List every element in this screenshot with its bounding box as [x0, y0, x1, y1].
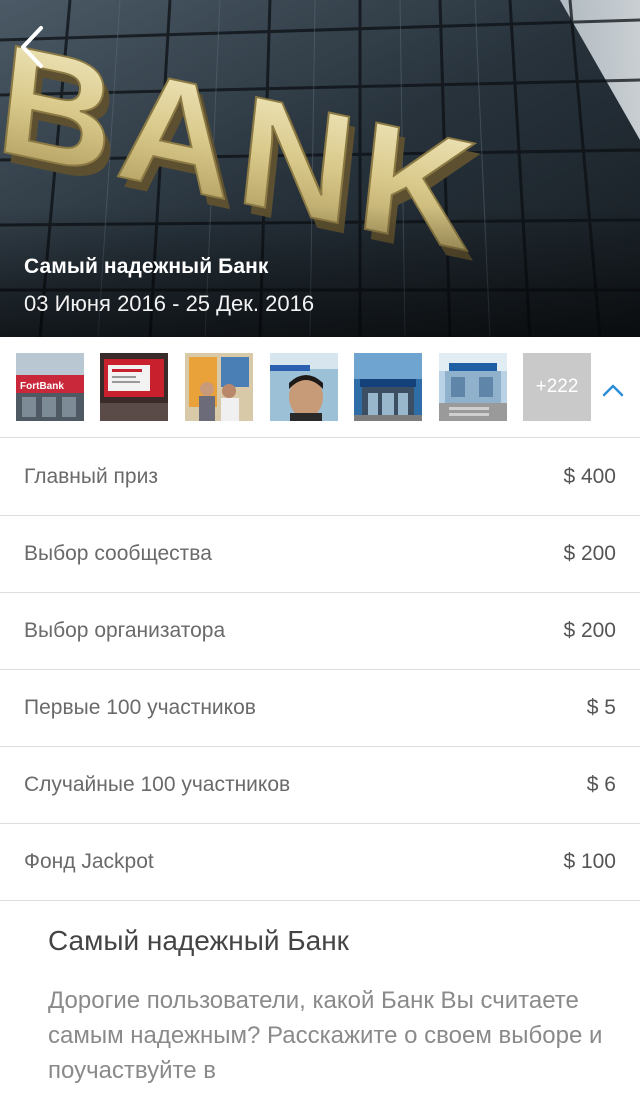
gallery-thumbnail[interactable] — [439, 353, 507, 421]
chevron-left-icon — [21, 26, 43, 68]
prize-amount: $ 6 — [586, 773, 616, 796]
gallery-thumbnail[interactable] — [354, 353, 422, 421]
prize-amount: $ 100 — [563, 850, 616, 873]
photo-gallery: FortBank +222 — [0, 337, 640, 438]
contest-dates: 03 Июня 2016 - 25 Дек. 2016 — [24, 291, 315, 316]
prize-amount: $ 200 — [563, 542, 616, 565]
bank-branch-image — [439, 353, 507, 421]
gallery-thumbnail[interactable] — [270, 353, 338, 421]
hero-banner: BANK BANK Самый надежный Банк 03 Июня 20… — [0, 0, 640, 337]
back-button[interactable] — [10, 20, 54, 74]
prize-row: Выбор сообщества $ 200 — [0, 516, 640, 593]
bank-interior-image — [100, 353, 168, 421]
prize-row: Первые 100 участников $ 5 — [0, 670, 640, 747]
description-section: Самый надежный Банк Дорогие пользователи… — [48, 925, 608, 1088]
prize-label: Случайные 100 участников — [24, 773, 291, 796]
prize-amount: $ 400 — [563, 465, 616, 488]
prize-amount: $ 200 — [563, 619, 616, 642]
prize-list: Главный приз $ 400 Выбор сообщества $ 20… — [0, 439, 640, 901]
prize-label: Первые 100 участников — [24, 696, 256, 719]
chevron-up-icon — [602, 384, 624, 397]
prize-label: Фонд Jackpot — [24, 850, 154, 873]
prize-row: Фонд Jackpot $ 100 — [0, 824, 640, 901]
gallery-thumbnail[interactable]: FortBank — [16, 353, 84, 421]
collapse-gallery-button[interactable] — [596, 377, 630, 403]
prize-label: Выбор сообщества — [24, 542, 212, 565]
prize-label: Выбор организатора — [24, 619, 226, 642]
description-title: Самый надежный Банк — [48, 925, 349, 956]
prize-row: Случайные 100 участников $ 6 — [0, 747, 640, 824]
contest-title: Самый надежный Банк — [24, 255, 269, 278]
people-at-counter-image — [185, 353, 253, 421]
selfie-image — [270, 353, 338, 421]
description-text: Дорогие пользователи, какой Банк Вы счит… — [48, 987, 603, 1084]
bank-storefront-image: FortBank — [16, 353, 84, 421]
prize-label: Главный приз — [24, 465, 158, 488]
gallery-thumbnail[interactable] — [100, 353, 168, 421]
prize-amount: $ 5 — [586, 696, 616, 719]
prize-row: Главный приз $ 400 — [0, 439, 640, 516]
storefront-sign-text: FortBank — [20, 381, 64, 392]
gallery-thumbnail[interactable] — [185, 353, 253, 421]
bank-building-image — [354, 353, 422, 421]
more-photos-button[interactable]: +222 — [523, 353, 591, 421]
prize-row: Выбор организатора $ 200 — [0, 593, 640, 670]
